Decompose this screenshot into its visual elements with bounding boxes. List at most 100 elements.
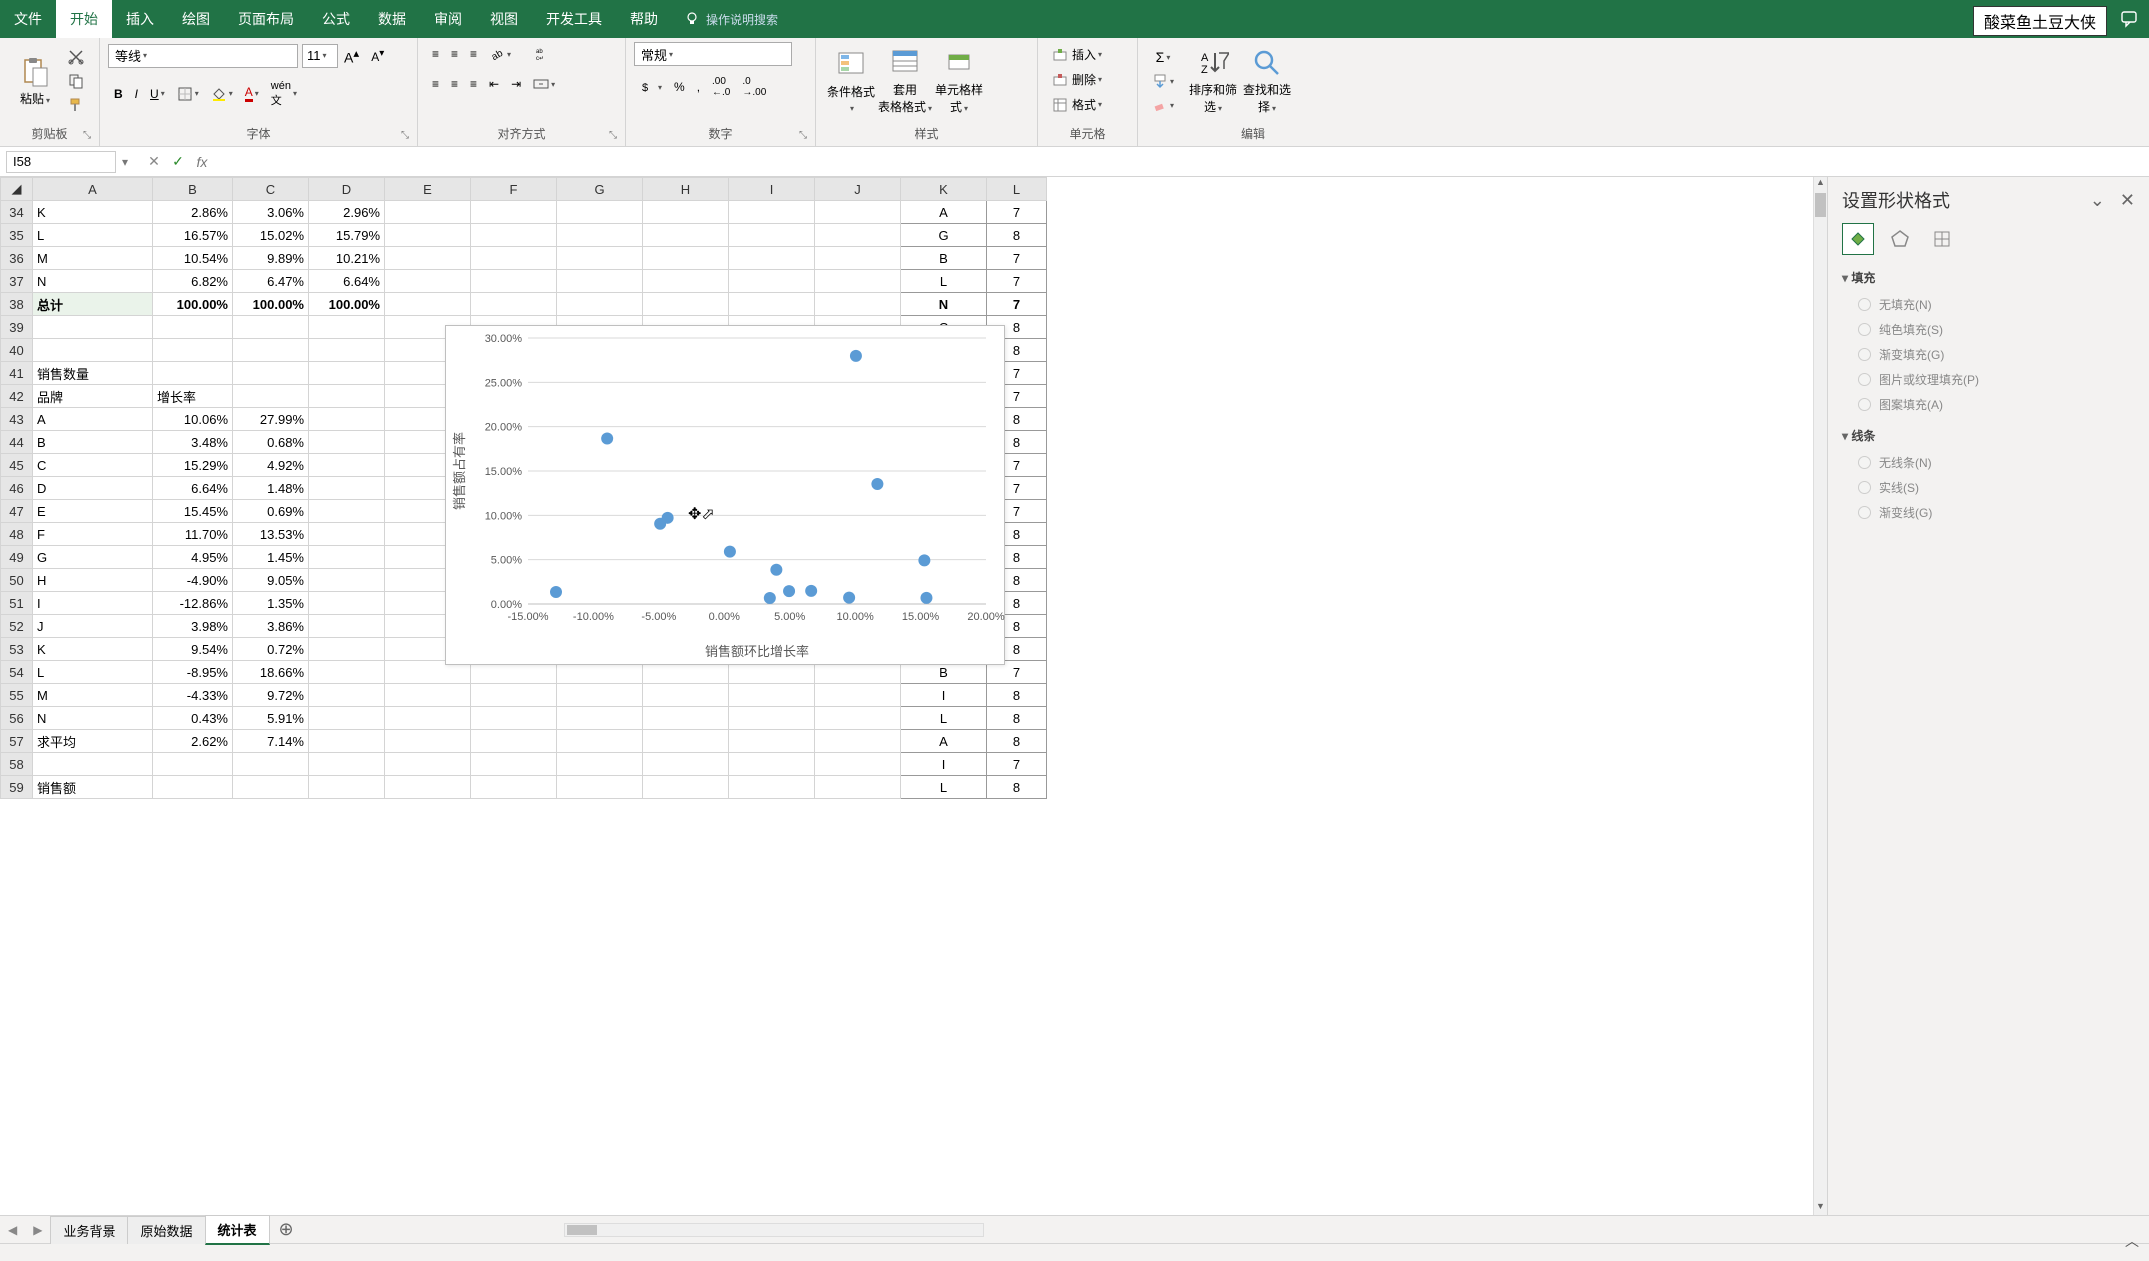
cell-B36[interactable]: 10.54% xyxy=(153,247,233,270)
cell-J56[interactable] xyxy=(815,707,901,730)
fill-option-0[interactable]: 无填充(N) xyxy=(1842,292,2135,317)
cell-H38[interactable] xyxy=(643,293,729,316)
cell-B43[interactable]: 10.06% xyxy=(153,408,233,431)
align-top-button[interactable]: ≡ xyxy=(427,44,444,64)
cell-B41[interactable] xyxy=(153,362,233,385)
find-select-button[interactable]: 查找和选择 xyxy=(1240,43,1294,119)
align-middle-button[interactable]: ≡ xyxy=(446,44,463,64)
clear-button[interactable] xyxy=(1147,94,1179,116)
cell-E58[interactable] xyxy=(385,753,471,776)
cell-B54[interactable]: -8.95% xyxy=(153,661,233,684)
cell-G34[interactable] xyxy=(557,201,643,224)
cell-C48[interactable]: 13.53% xyxy=(233,523,309,546)
row-header-36[interactable]: 36 xyxy=(1,247,33,270)
font-color-button[interactable]: A xyxy=(240,82,264,105)
cell-E35[interactable] xyxy=(385,224,471,247)
cell-F35[interactable] xyxy=(471,224,557,247)
vertical-scrollbar[interactable]: ▲ ▼ xyxy=(1813,177,1827,1215)
format-painter-button[interactable] xyxy=(63,94,89,116)
cell-B53[interactable]: 9.54% xyxy=(153,638,233,661)
font-size-combo[interactable]: 11 xyxy=(302,44,338,68)
paste-button[interactable]: 粘贴 xyxy=(8,52,62,111)
cell-A35[interactable]: L xyxy=(33,224,153,247)
row-header-44[interactable]: 44 xyxy=(1,431,33,454)
autosum-button[interactable]: Σ xyxy=(1147,46,1179,68)
col-header-K[interactable]: K xyxy=(901,178,987,201)
cell-A54[interactable]: L xyxy=(33,661,153,684)
cell-C43[interactable]: 27.99% xyxy=(233,408,309,431)
cell-C52[interactable]: 3.86% xyxy=(233,615,309,638)
cell-C54[interactable]: 18.66% xyxy=(233,661,309,684)
sheet-nav-prev[interactable]: ◀ xyxy=(0,1223,25,1237)
row-header-45[interactable]: 45 xyxy=(1,454,33,477)
cell-B46[interactable]: 6.64% xyxy=(153,477,233,500)
cell-K34[interactable]: A xyxy=(901,201,987,224)
cell-F57[interactable] xyxy=(471,730,557,753)
row-header-38[interactable]: 38 xyxy=(1,293,33,316)
fill-radio-3[interactable] xyxy=(1858,373,1871,386)
cell-L38[interactable]: 7 xyxy=(987,293,1047,316)
cell-J38[interactable] xyxy=(815,293,901,316)
font-name-combo[interactable]: 等线 xyxy=(108,44,298,68)
cell-J55[interactable] xyxy=(815,684,901,707)
cell-G56[interactable] xyxy=(557,707,643,730)
cell-B34[interactable]: 2.86% xyxy=(153,201,233,224)
cell-C56[interactable]: 5.91% xyxy=(233,707,309,730)
format-cells-button[interactable]: 格式 xyxy=(1047,93,1107,116)
row-header-37[interactable]: 37 xyxy=(1,270,33,293)
formula-input[interactable] xyxy=(228,151,2149,173)
cell-C58[interactable] xyxy=(233,753,309,776)
cell-B58[interactable] xyxy=(153,753,233,776)
cell-H57[interactable] xyxy=(643,730,729,753)
cell-C40[interactable] xyxy=(233,339,309,362)
cell-D50[interactable] xyxy=(309,569,385,592)
cell-J57[interactable] xyxy=(815,730,901,753)
cell-B35[interactable]: 16.57% xyxy=(153,224,233,247)
cell-B49[interactable]: 4.95% xyxy=(153,546,233,569)
cell-L36[interactable]: 7 xyxy=(987,247,1047,270)
fill-line-tab[interactable] xyxy=(1842,223,1874,255)
cell-D55[interactable] xyxy=(309,684,385,707)
cell-B37[interactable]: 6.82% xyxy=(153,270,233,293)
cell-C45[interactable]: 4.92% xyxy=(233,454,309,477)
scroll-down-button[interactable]: ▼ xyxy=(1814,1201,1827,1215)
effects-tab[interactable] xyxy=(1884,223,1916,255)
insert-cells-button[interactable]: 插入 xyxy=(1047,43,1107,66)
cell-J58[interactable] xyxy=(815,753,901,776)
cell-H35[interactable] xyxy=(643,224,729,247)
cell-C55[interactable]: 9.72% xyxy=(233,684,309,707)
comments-icon[interactable] xyxy=(2121,10,2139,31)
shrink-font-button[interactable]: A▾ xyxy=(366,45,389,67)
cell-F36[interactable] xyxy=(471,247,557,270)
underline-button[interactable]: U xyxy=(145,84,170,104)
cell-D35[interactable]: 15.79% xyxy=(309,224,385,247)
cell-H59[interactable] xyxy=(643,776,729,799)
cell-H36[interactable] xyxy=(643,247,729,270)
cell-C39[interactable] xyxy=(233,316,309,339)
col-header-F[interactable]: F xyxy=(471,178,557,201)
cell-D47[interactable] xyxy=(309,500,385,523)
decrease-decimal-button[interactable]: .0→.00 xyxy=(737,73,771,101)
decrease-indent-button[interactable]: ⇤ xyxy=(484,74,504,94)
cell-A41[interactable]: 销售数量 xyxy=(33,362,153,385)
cell-G59[interactable] xyxy=(557,776,643,799)
row-header-40[interactable]: 40 xyxy=(1,339,33,362)
cell-B48[interactable]: 11.70% xyxy=(153,523,233,546)
fx-button[interactable]: fx xyxy=(190,154,214,170)
menu-draw[interactable]: 绘图 xyxy=(168,0,224,38)
sheet-tab-1[interactable]: 业务背景 xyxy=(50,1216,128,1244)
cell-K37[interactable]: L xyxy=(901,270,987,293)
cell-L56[interactable]: 8 xyxy=(987,707,1047,730)
horizontal-scrollbar[interactable] xyxy=(564,1223,984,1237)
cell-styles-button[interactable]: 单元格样式 xyxy=(932,43,986,119)
cell-C42[interactable] xyxy=(233,385,309,408)
cell-C47[interactable]: 0.69% xyxy=(233,500,309,523)
line-radio-1[interactable] xyxy=(1858,481,1871,494)
cell-D51[interactable] xyxy=(309,592,385,615)
cell-D41[interactable] xyxy=(309,362,385,385)
cell-B57[interactable]: 2.62% xyxy=(153,730,233,753)
fill-option-2[interactable]: 渐变填充(G) xyxy=(1842,342,2135,367)
col-header-G[interactable]: G xyxy=(557,178,643,201)
cell-B50[interactable]: -4.90% xyxy=(153,569,233,592)
format-as-table-button[interactable]: 套用 表格格式 xyxy=(878,43,932,119)
